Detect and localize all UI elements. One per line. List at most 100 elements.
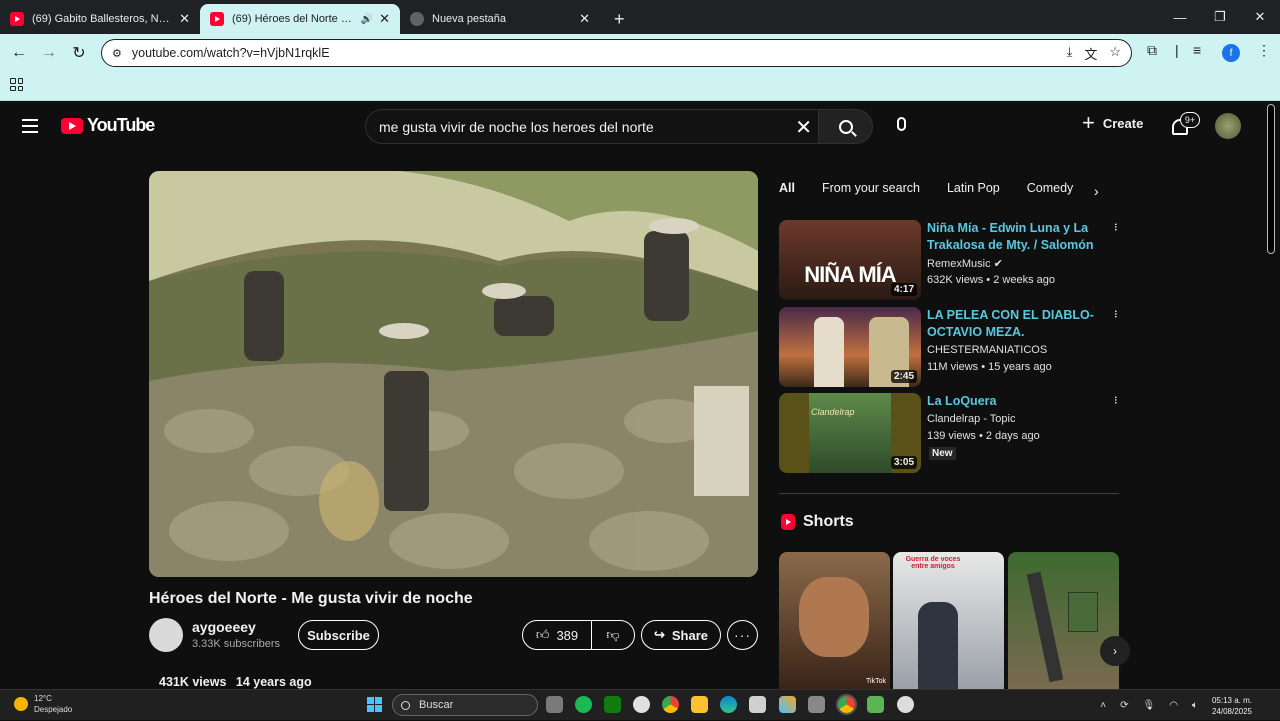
recommendation-channel[interactable]: Clandelrap - Topic xyxy=(927,413,1015,425)
microphone-icon[interactable] xyxy=(897,117,906,131)
create-label: Create xyxy=(1102,115,1144,131)
speaker-icon[interactable]: 🔊 xyxy=(361,14,373,25)
logo-text: YouTube xyxy=(87,115,155,135)
github-icon[interactable] xyxy=(897,696,914,713)
short-thumbnail[interactable]: Guerra de voces entre amigos xyxy=(893,552,1004,689)
tab-heroes-del-norte[interactable]: (69) Héroes del Norte - Me gusta vivir 🔊… xyxy=(200,4,400,34)
media-controls-icon[interactable]: ≡ xyxy=(1193,42,1201,58)
close-window-button[interactable]: ✕ xyxy=(1240,0,1280,34)
xbox-icon[interactable] xyxy=(633,696,650,713)
recommendation-title[interactable]: LA PELEA CON EL DIABLO- OCTAVIO MEZA. xyxy=(927,307,1097,341)
recommendation-item[interactable]: 2:45 LA PELEA CON EL DIABLO- OCTAVIO MEZ… xyxy=(779,307,1125,387)
volume-icon[interactable]: 🔈︎ xyxy=(1192,700,1198,711)
video-thumbnail[interactable]: 2:45 xyxy=(779,307,921,387)
recommendation-title[interactable]: La LoQuera xyxy=(927,393,1097,410)
site-info-icon[interactable]: ⚙ xyxy=(112,47,122,60)
clear-search-icon[interactable]: ✕ xyxy=(795,115,812,140)
new-tab-button[interactable]: + xyxy=(606,4,633,34)
menu-icon[interactable] xyxy=(22,119,38,137)
chip-comedy[interactable]: Comedy xyxy=(1027,181,1074,195)
forward-button[interactable]: → xyxy=(34,44,64,62)
bookmark-star-icon[interactable]: ☆ xyxy=(1109,44,1121,63)
search-button[interactable] xyxy=(818,109,873,144)
channel-name[interactable]: aygoeeey xyxy=(192,619,256,635)
recommendation-item[interactable]: Clandelrap 3:05 La LoQuera Clandelrap - … xyxy=(779,393,1125,473)
photos-icon[interactable] xyxy=(779,696,796,713)
tab-title: (69) Gabito Ballesteros, Natanael xyxy=(32,13,174,25)
page-scrollbar[interactable] xyxy=(1267,104,1275,254)
windows-start-icon[interactable] xyxy=(367,697,382,712)
chevron-up-icon[interactable]: ˄ xyxy=(1100,700,1106,711)
recommendation-channel[interactable]: RemexMusic ✔ xyxy=(927,257,1003,270)
search-icon xyxy=(838,119,853,134)
youtube-logo[interactable]: YouTube xyxy=(61,115,155,136)
weather-sun-icon xyxy=(14,697,28,711)
browser-menu-icon[interactable]: ⋮ xyxy=(1257,42,1271,59)
channel-avatar[interactable] xyxy=(149,618,183,652)
like-dislike-group: 👍︎ 389 👎︎ xyxy=(522,620,635,650)
recommendation-title[interactable]: Niña Mía - Edwin Luna y La Trakalosa de … xyxy=(927,220,1097,254)
wifi-icon[interactable]: ◠ xyxy=(1169,700,1178,711)
chrome-active-icon[interactable] xyxy=(836,694,857,715)
edge-icon[interactable] xyxy=(720,696,737,713)
account-avatar[interactable] xyxy=(1215,113,1241,139)
chip-from-your-search[interactable]: From your search xyxy=(822,181,920,195)
back-button[interactable]: ← xyxy=(4,44,34,62)
taskbar-search-input[interactable]: Buscar xyxy=(392,694,538,716)
store-icon[interactable] xyxy=(749,696,766,713)
tab-gabito[interactable]: (69) Gabito Ballesteros, Natanael ✕ xyxy=(0,4,200,34)
clock[interactable]: 05:13 a. m. 24/08/2025 xyxy=(1212,695,1252,717)
more-actions-button[interactable]: ··· xyxy=(727,620,758,650)
short-thumbnail[interactable]: TikTok xyxy=(779,552,890,689)
search-input[interactable]: me gusta vivir de noche los heroes del n… xyxy=(365,109,819,144)
address-bar[interactable]: ⚙ youtube.com/watch?v=hVjbN1rqklE ⤓ 文 ☆ xyxy=(101,39,1132,67)
reload-button[interactable]: ↻ xyxy=(64,43,94,63)
dislike-button[interactable]: 👎︎ xyxy=(592,627,634,643)
more-options-icon[interactable]: ··· xyxy=(1109,222,1125,230)
settings-icon[interactable] xyxy=(808,696,825,713)
section-divider xyxy=(779,493,1119,494)
close-tab-icon[interactable]: ✕ xyxy=(179,11,190,27)
spotify-icon[interactable] xyxy=(575,696,592,713)
subscribe-button[interactable]: Subscribe xyxy=(298,620,379,650)
minimize-button[interactable]: — xyxy=(1160,0,1200,34)
chip-all[interactable]: All xyxy=(779,181,795,195)
weather-widget[interactable]: 12°C Despejado xyxy=(14,693,72,715)
create-button[interactable]: + Create xyxy=(1082,112,1144,134)
chevron-right-icon[interactable]: › xyxy=(1094,183,1099,199)
weather-condition: Despejado xyxy=(34,705,73,714)
channel-label: RemexMusic xyxy=(927,258,991,270)
short-thumbnail[interactable] xyxy=(1008,552,1119,689)
task-view-icon[interactable] xyxy=(546,696,563,713)
more-options-icon[interactable]: ··· xyxy=(1109,309,1125,317)
close-tab-icon[interactable]: ✕ xyxy=(379,11,390,27)
video-player[interactable] xyxy=(149,171,758,577)
recommendation-item[interactable]: NIÑA MÍA 4:17 Niña Mía - Edwin Luna y La… xyxy=(779,220,1125,300)
apps-grid-icon[interactable] xyxy=(10,78,23,91)
video-thumbnail[interactable]: NIÑA MÍA 4:17 xyxy=(779,220,921,300)
tab-nueva-pestana[interactable]: Nueva pestaña ✕ xyxy=(400,4,600,34)
profile-avatar[interactable]: f xyxy=(1222,44,1240,62)
file-explorer-icon[interactable] xyxy=(691,696,708,713)
chip-latin-pop[interactable]: Latin Pop xyxy=(947,181,1000,195)
filter-chips: All From your search Latin Pop Comedy xyxy=(779,181,1100,195)
short-caption: TikTok xyxy=(866,678,886,685)
minecraft-launcher-icon[interactable] xyxy=(867,696,884,713)
recommendation-channel[interactable]: CHESTERMANIATICOS xyxy=(927,344,1047,356)
search-tab-icon[interactable]: ⧉ xyxy=(1147,42,1157,59)
translate-icon[interactable]: 文 xyxy=(1084,44,1097,63)
shorts-next-button[interactable]: › xyxy=(1100,636,1130,666)
share-arrow-icon: ↪ xyxy=(653,627,665,642)
chrome-icon[interactable] xyxy=(662,696,679,713)
maximize-button[interactable]: ❐ xyxy=(1200,0,1240,34)
install-app-icon[interactable]: ⤓ xyxy=(1067,44,1073,63)
share-button[interactable]: ↪ Share xyxy=(641,620,721,650)
like-button[interactable]: 👍︎ 389 xyxy=(523,621,592,649)
sync-icon[interactable]: ⟳ xyxy=(1120,700,1128,711)
microphone-tray-icon[interactable]: 🎙︎ xyxy=(1143,700,1156,711)
youtube-favicon-icon xyxy=(10,12,24,26)
video-thumbnail[interactable]: Clandelrap 3:05 xyxy=(779,393,921,473)
minecraft-icon[interactable] xyxy=(604,696,621,713)
more-options-icon[interactable]: ··· xyxy=(1109,395,1125,403)
close-tab-icon[interactable]: ✕ xyxy=(579,11,590,27)
